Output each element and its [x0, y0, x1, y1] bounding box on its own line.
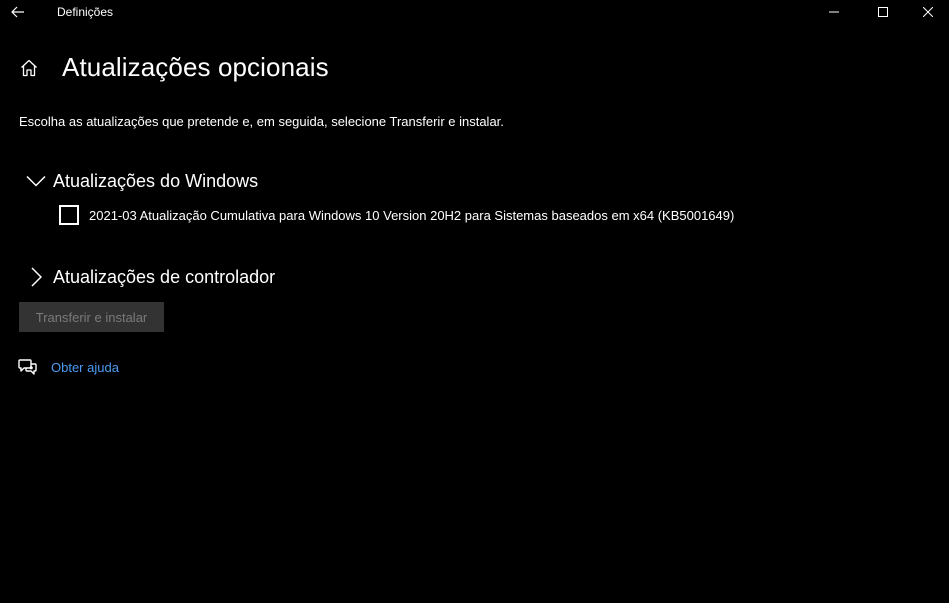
home-icon	[21, 59, 37, 76]
page-title: Atualizações opcionais	[62, 52, 329, 82]
section-windows-updates[interactable]: Atualizações do Windows	[25, 170, 258, 192]
chat-help-icon	[18, 358, 38, 376]
update-item-label: 2021-03 Atualização Cumulativa para Wind…	[89, 207, 735, 223]
maximize-icon	[878, 7, 888, 17]
get-help-link-row[interactable]: Obter ajuda	[18, 358, 119, 376]
chevron-down-icon	[25, 170, 47, 192]
maximize-button[interactable]	[860, 0, 906, 24]
close-icon	[923, 7, 933, 17]
get-help-link[interactable]: Obter ajuda	[51, 360, 119, 375]
back-button[interactable]	[0, 0, 36, 24]
minimize-button[interactable]	[811, 0, 857, 24]
download-install-button[interactable]: Transferir e instalar	[19, 302, 164, 332]
section-windows-updates-label: Atualizações do Windows	[53, 170, 259, 191]
page-description: Escolha as atualizações que pretende e, …	[19, 114, 504, 129]
home-button[interactable]	[19, 58, 39, 78]
settings-window: Definições Atualizações opcionais Escolh…	[0, 0, 949, 603]
chevron-right-icon	[25, 266, 47, 288]
section-driver-updates[interactable]: Atualizações de controlador	[25, 266, 275, 288]
close-button[interactable]	[905, 0, 949, 24]
update-item[interactable]: 2021-03 Atualização Cumulativa para Wind…	[59, 205, 734, 225]
page-header: Atualizações opcionais	[19, 52, 329, 83]
update-checkbox[interactable]	[59, 205, 79, 225]
minimize-icon	[829, 11, 839, 13]
arrow-left-icon	[11, 6, 24, 18]
section-driver-updates-label: Atualizações de controlador	[53, 266, 276, 287]
app-title: Definições	[57, 5, 114, 19]
title-bar: Definições	[0, 0, 949, 24]
